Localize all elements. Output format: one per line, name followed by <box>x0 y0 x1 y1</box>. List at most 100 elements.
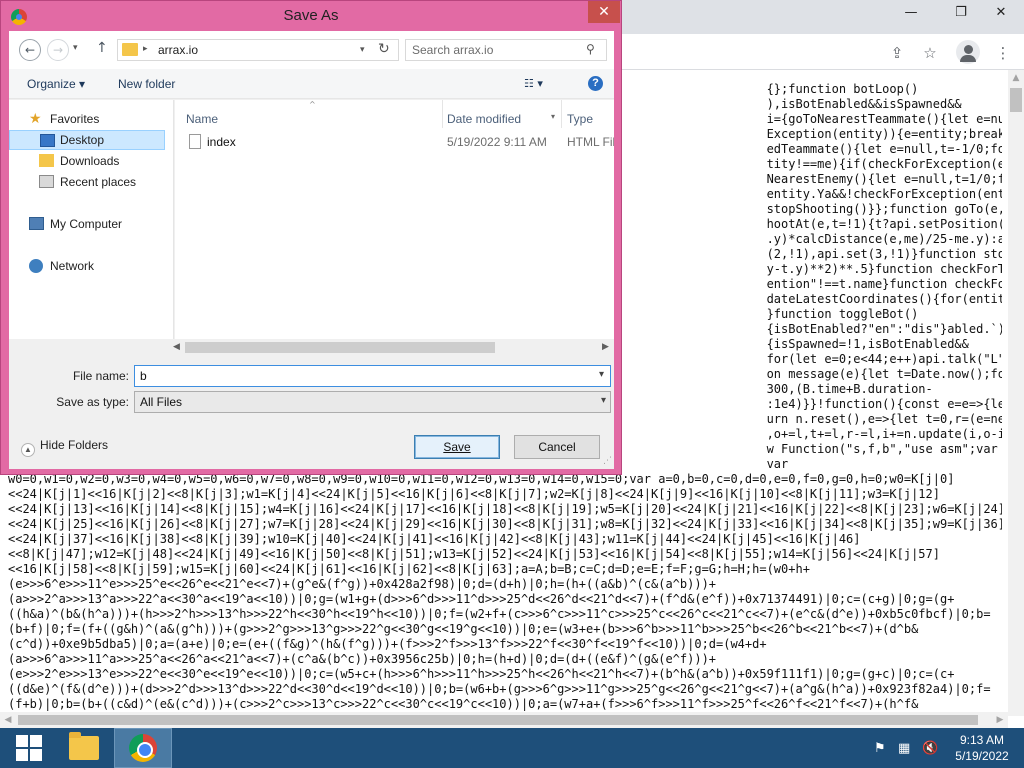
up-arrow-icon[interactable]: ↑ <box>96 40 108 56</box>
code-line: <<16|K[j|58]<<8|K[j|59];w15=K[j|60]<<24|… <box>8 562 810 576</box>
search-icon[interactable]: ⚲ <box>586 42 595 56</box>
search-box: ⚲ <box>405 39 607 61</box>
scroll-up-arrow-icon[interactable]: ▲ <box>1008 70 1024 86</box>
file-name-dropdown-icon[interactable]: ▾ <box>599 369 604 380</box>
file-list-horizontal-scrollbar[interactable]: ◀ ▶ <box>9 339 614 356</box>
table-row[interactable]: index 5/19/2022 9:11 AM HTML File <box>175 132 614 152</box>
nav-recent-places[interactable]: Recent places <box>9 172 165 192</box>
file-name: index <box>207 135 236 149</box>
minimize-button[interactable]: — <box>888 0 934 24</box>
navigation-bar: ← → ▾ ↑ ▸ arrax.io ▾ ↻ ⚲ <box>9 31 614 69</box>
file-list-scroll-thumb[interactable] <box>185 342 495 353</box>
bookmark-star-icon[interactable]: ☆ <box>919 42 941 64</box>
help-icon[interactable]: ? <box>588 76 603 91</box>
windows-logo-icon <box>16 735 42 761</box>
breadcrumb-chevron-icon[interactable]: ▸ <box>143 43 148 54</box>
nav-downloads-label: Downloads <box>60 154 120 168</box>
save-form: File name: ▾ Save as type: All Files ▾ ▲… <box>9 356 614 469</box>
code-line: <<24|K[j|37]<<16|K[j|38]<<8|K[j|39];w10=… <box>8 532 861 546</box>
dialog-close-button[interactable]: ✕ <box>588 1 620 23</box>
sort-ascending-icon: ^ <box>309 100 316 109</box>
nav-desktop[interactable]: Desktop <box>9 130 165 150</box>
nav-downloads[interactable]: Downloads <box>9 151 165 171</box>
downloads-folder-icon <box>39 154 54 167</box>
code-line: (e>>>6^e>>>11^e>>>25^e<<26^e<<21^e<<7)+(… <box>8 577 717 591</box>
column-header-name[interactable]: Name <box>186 112 218 126</box>
refresh-icon[interactable]: ↻ <box>378 41 390 57</box>
code-line: (a>>>2^a>>>13^a>>>22^a<<30^a<<19^a<<10))… <box>8 592 955 606</box>
nav-favorites[interactable]: ★ Favorites <box>9 109 165 129</box>
organize-menu[interactable]: Organize ▾ <box>27 77 85 91</box>
horizontal-scrollbar[interactable]: ◀ ▶ <box>0 712 1008 728</box>
taskbar-file-explorer[interactable] <box>55 728 113 768</box>
nav-desktop-label: Desktop <box>60 133 105 147</box>
start-button[interactable] <box>0 728 58 768</box>
code-line: ((h&a)^(b&(h^a)))+(h>>>2^h>>>13^h>>>22^h… <box>8 607 991 621</box>
hide-folders-toggle[interactable]: ▲ Hide Folders <box>21 438 108 457</box>
star-icon: ★ <box>29 111 42 127</box>
save-type-select[interactable]: All Files ▾ <box>134 391 611 413</box>
close-window-button[interactable]: ✕ <box>978 0 1024 24</box>
command-bar: Organize ▾ New folder ☷ ▾ ? <box>9 69 614 99</box>
file-name-label: File name: <box>72 369 129 383</box>
column-header-type[interactable]: Type <box>567 112 593 126</box>
forward-arrow-icon[interactable]: → <box>47 39 69 61</box>
nav-computer-label: My Computer <box>50 217 123 231</box>
new-folder-button[interactable]: New folder <box>118 77 175 91</box>
hide-folders-label: Hide Folders <box>40 438 109 452</box>
nav-favorites-label: Favorites <box>50 112 100 126</box>
file-name-input[interactable] <box>134 365 611 387</box>
nav-my-computer[interactable]: My Computer <box>9 214 165 234</box>
computer-icon <box>29 217 44 230</box>
code-line: ((d&e)^(f&(d^e)))+(d>>>2^d>>>13^d>>>22^d… <box>8 682 991 696</box>
clock-date: 5/19/2022 <box>955 749 1009 763</box>
column-divider[interactable] <box>442 100 443 128</box>
save-button-label: Save <box>443 440 471 454</box>
column-dropdown-icon[interactable]: ▾ <box>551 112 555 121</box>
vertical-scrollbar[interactable]: ▲ <box>1008 70 1024 716</box>
breadcrumb[interactable]: arrax.io <box>158 43 198 57</box>
column-header-date[interactable]: Date modified <box>447 112 521 126</box>
taskbar-chrome[interactable] <box>114 728 172 768</box>
scroll-left-arrow-icon[interactable]: ◀ <box>0 712 16 728</box>
address-dropdown-icon[interactable]: ▾ <box>360 44 365 55</box>
back-arrow-icon[interactable]: ← <box>19 39 41 61</box>
recent-dropdown-icon[interactable]: ▾ <box>73 43 78 53</box>
volume-muted-icon[interactable]: 🔇 <box>922 728 938 768</box>
file-type: HTML File <box>567 135 614 149</box>
save-button[interactable]: Save <box>414 435 500 459</box>
code-line: (a>>>6^a>>>11^a>>>25^a<<26^a<<21^a<<7)+(… <box>8 652 717 666</box>
menu-kebab-icon[interactable]: ⋮ <box>992 42 1014 64</box>
address-bar[interactable]: ▸ arrax.io ▾ ↻ <box>117 39 399 61</box>
cancel-button[interactable]: Cancel <box>514 435 600 459</box>
horizontal-scroll-thumb[interactable] <box>18 715 978 725</box>
view-options-icon[interactable]: ☷ ▾ <box>524 77 543 90</box>
file-date: 5/19/2022 9:11 AM <box>447 135 547 149</box>
navigation-pane: ★ Favorites Desktop Downloads Recent pla… <box>9 100 174 355</box>
file-list: ^ Name Date modified ▾ Type index 5/19/2… <box>175 100 614 355</box>
code-line: <<24|K[j|13]<<16|K[j|14]<<8|K[j|15];w4=K… <box>8 502 1002 516</box>
dialog-titlebar[interactable]: Save As ✕ <box>1 1 621 31</box>
html-file-icon <box>189 134 201 149</box>
action-center-icon[interactable]: ⚑ <box>874 728 886 768</box>
nav-network-label: Network <box>50 259 95 273</box>
clock-time: 9:13 AM <box>959 733 1005 747</box>
search-input[interactable] <box>412 43 582 57</box>
network-tray-icon[interactable]: ▦ <box>898 728 910 768</box>
scroll-right-arrow-icon[interactable]: ▶ <box>992 712 1008 728</box>
code-line: (f+b)|0;b=(b+((c&d)^(e&(c^d)))+(c>>>2^c>… <box>8 697 919 711</box>
scroll-left-icon[interactable]: ◀ <box>173 342 180 352</box>
nav-network[interactable]: Network <box>9 256 165 276</box>
dialog-title: Save As <box>283 7 339 24</box>
code-line: (b+f)|0;f=(f+((g&h)^(a&(g^h)))+(g>>>2^g>… <box>8 622 919 636</box>
vertical-scroll-thumb[interactable] <box>1010 88 1022 112</box>
share-icon[interactable]: ⇪ <box>886 42 908 64</box>
code-line: (e>>>2^e>>>13^e>>>22^e<<30^e<<19^e<<10))… <box>8 667 955 681</box>
resize-grip-icon[interactable]: ⋰ <box>603 456 612 466</box>
column-divider[interactable] <box>561 100 562 128</box>
system-clock[interactable]: 9:13 AM 5/19/2022 <box>950 732 1014 764</box>
scroll-right-icon[interactable]: ▶ <box>602 342 609 352</box>
save-type-dropdown-icon: ▾ <box>600 395 606 406</box>
profile-avatar[interactable] <box>956 40 980 64</box>
desktop-icon <box>40 134 55 147</box>
